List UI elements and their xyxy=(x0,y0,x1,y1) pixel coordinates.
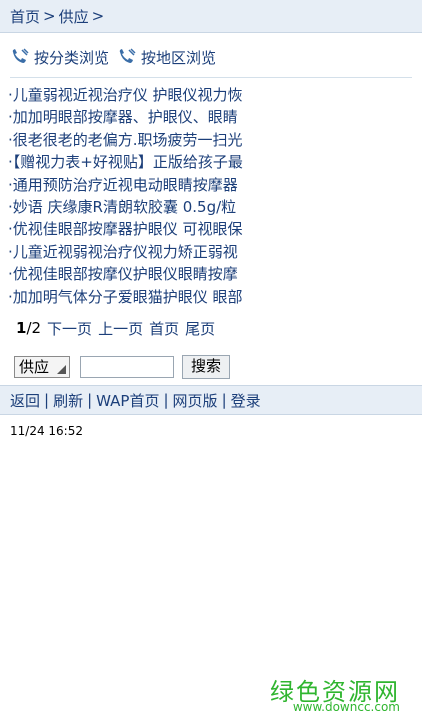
browse-by-category-label: 按分类浏览 xyxy=(34,48,110,67)
list-item[interactable]: ·加加明眼部按摩器、护眼仪、眼睛 xyxy=(8,106,420,128)
current-page: 1 xyxy=(16,319,27,338)
phone-icon xyxy=(119,48,136,63)
browse-bar: 按分类浏览 按地区浏览 xyxy=(10,37,412,78)
last-page-link[interactable]: 尾页 xyxy=(185,318,215,339)
timestamp: 11/24 16:52 xyxy=(10,424,83,438)
total-pages: /2 xyxy=(26,319,42,338)
list-item[interactable]: ·通用预防治疗近视电动眼睛按摩器 xyxy=(8,174,420,196)
breadcrumb-current-link[interactable]: 供应 xyxy=(59,6,89,27)
next-page-link[interactable]: 下一页 xyxy=(47,318,92,339)
refresh-link[interactable]: 刷新 xyxy=(53,390,83,411)
breadcrumb-home-link[interactable]: 首页 xyxy=(10,6,40,27)
list-item[interactable]: ·优视佳眼部按摩仪护眼仪眼睛按摩 xyxy=(8,263,420,285)
pagination: 1 /2 下一页 上一页 首页 尾页 xyxy=(16,318,422,339)
browse-by-category-link[interactable]: 按分类浏览 xyxy=(10,47,109,68)
footer-separator: | xyxy=(163,391,169,409)
wap-home-link[interactable]: WAP首页 xyxy=(96,390,159,411)
footer-separator: | xyxy=(221,391,227,409)
dropdown-arrow-icon xyxy=(57,364,66,374)
list-item[interactable]: ·儿童弱视近视治疗仪 护眼仪视力恢 xyxy=(8,84,420,106)
footer-separator: | xyxy=(87,391,93,409)
search-input[interactable] xyxy=(80,355,174,378)
list-item[interactable]: ·妙语 庆缘康R清朗软胶囊 0.5g/粒 xyxy=(8,196,420,218)
breadcrumb: 首页 > 供应 > xyxy=(0,0,422,33)
list-item[interactable]: ·儿童近视弱视治疗仪视力矫正弱视 xyxy=(8,241,420,263)
back-link[interactable]: 返回 xyxy=(10,390,40,411)
category-select-value: 供应 xyxy=(19,357,50,376)
browse-by-region-link[interactable]: 按地区浏览 xyxy=(117,47,216,68)
breadcrumb-separator: > xyxy=(91,7,105,25)
list-item[interactable]: ·【赠视力表+好视贴】正版给孩子最 xyxy=(8,151,420,173)
product-list: ·儿童弱视近视治疗仪 护眼仪视力恢 ·加加明眼部按摩器、护眼仪、眼睛 ·很老很老… xyxy=(8,84,422,308)
first-page-link[interactable]: 首页 xyxy=(149,318,179,339)
footer-nav: 返回 | 刷新 | WAP首页 | 网页版 | 登录 xyxy=(0,385,422,415)
phone-icon xyxy=(12,48,29,63)
browse-by-region-label: 按地区浏览 xyxy=(141,48,217,67)
prev-page-link[interactable]: 上一页 xyxy=(98,318,143,339)
breadcrumb-separator: > xyxy=(43,7,56,25)
watermark-url: www.downcc.com xyxy=(292,700,400,714)
search-bar: 供应 搜索 xyxy=(14,354,422,379)
footer-separator: | xyxy=(44,391,50,409)
list-item[interactable]: ·优视佳眼部按摩器护眼仪 可视眼保 xyxy=(8,218,420,240)
list-item[interactable]: ·加加明气体分子爱眼猫护眼仪 眼部 xyxy=(8,286,420,308)
web-version-link[interactable]: 网页版 xyxy=(173,390,218,411)
search-button[interactable]: 搜索 xyxy=(182,354,231,379)
category-select[interactable]: 供应 xyxy=(14,355,70,378)
list-item[interactable]: ·很老很老的老偏方.职场疲劳一扫光 xyxy=(8,129,420,151)
login-link[interactable]: 登录 xyxy=(231,390,261,411)
